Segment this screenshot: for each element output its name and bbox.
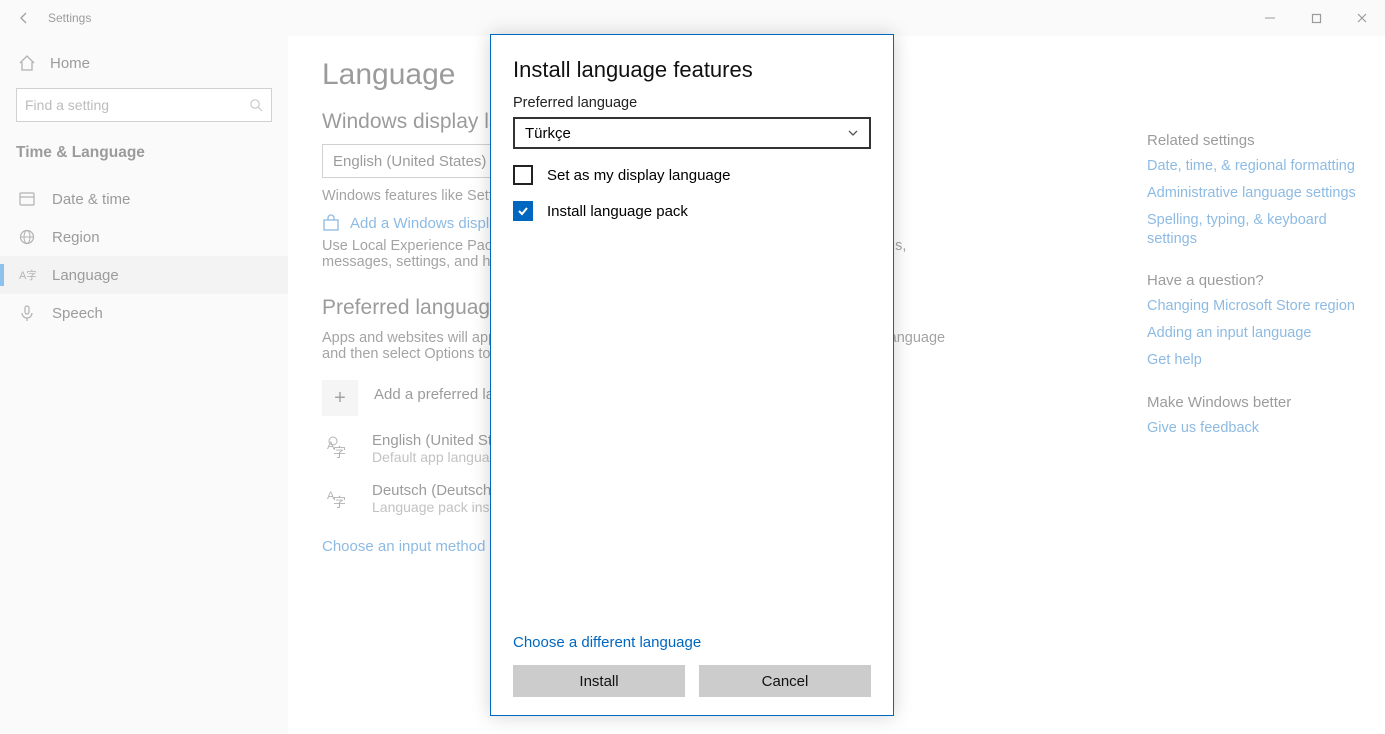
- install-language-dialog: Install language features Preferred lang…: [490, 34, 894, 716]
- set-display-language-checkbox[interactable]: Set as my display language: [513, 165, 871, 185]
- cancel-button[interactable]: Cancel: [699, 665, 871, 697]
- checkbox-label: Set as my display language: [547, 167, 730, 184]
- checkbox-checked-icon: [513, 201, 533, 221]
- preferred-language-label: Preferred language: [513, 95, 871, 111]
- preferred-language-value: Türkçe: [525, 125, 571, 142]
- chevron-down-icon: [847, 127, 859, 139]
- preferred-language-select[interactable]: Türkçe: [513, 117, 871, 149]
- checkbox-label: Install language pack: [547, 203, 688, 220]
- checkbox-unchecked-icon: [513, 165, 533, 185]
- choose-different-language-link[interactable]: Choose a different language: [513, 634, 871, 651]
- dialog-title: Install language features: [513, 57, 871, 83]
- install-button[interactable]: Install: [513, 665, 685, 697]
- install-language-pack-checkbox[interactable]: Install language pack: [513, 201, 871, 221]
